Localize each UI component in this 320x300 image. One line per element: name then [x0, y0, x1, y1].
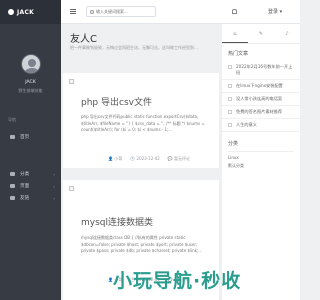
page-title: 友人C: [70, 34, 97, 45]
logo-icon: [8, 9, 14, 15]
left-sidebar: JACK JACK 野生前端技能 导航 首页 分类 › 页面 › 友链 ›: [0, 0, 61, 300]
home-icon: [10, 135, 15, 139]
chevron-right-icon: ›: [53, 195, 55, 201]
nav-item-home[interactable]: 首页: [0, 131, 61, 143]
post-excerpt: php 导出csv文件代码public static function expo…: [81, 114, 205, 132]
nav-item-categories[interactable]: 分类 ›: [0, 168, 61, 180]
category-item[interactable]: 默认分类: [228, 160, 294, 169]
nav-item-pages[interactable]: 页面 ›: [0, 180, 61, 192]
list-item[interactable]: 2022年2月16号数年前一开上班: [222, 61, 300, 80]
post-comments[interactable]: 💬 暂无评论: [168, 156, 190, 162]
logo[interactable]: JACK: [0, 0, 61, 24]
thumbnail-icon: [228, 84, 232, 88]
categories-heading: 分类: [228, 141, 239, 147]
tab-hot[interactable]: ♨: [222, 24, 248, 43]
post-date: 🕓 2023-12-02: [130, 156, 160, 161]
top-bar: 登录 ▾: [61, 0, 300, 24]
list-item[interactable]: 没人常小孩连高的电话案: [222, 93, 300, 106]
hot-articles-heading: 热门文章: [228, 51, 249, 57]
post-excerpt: mysql连接数据类class DB { //私有的属性 private sta…: [81, 235, 203, 253]
post-title[interactable]: mysql连接数据类: [81, 215, 153, 228]
tab-random[interactable]: ♪: [274, 24, 300, 43]
thumbnail-icon: [228, 97, 232, 101]
search-box: [86, 6, 156, 17]
post-meta: 👤 小哥 🕓 2023-12-02 💬 暂无评论: [108, 156, 190, 162]
brand-name: JACK: [17, 8, 35, 16]
list-icon: [10, 172, 15, 176]
chevron-right-icon: ›: [53, 183, 55, 189]
categories-list: Linux 默认分类: [228, 151, 294, 169]
watermark: 小玩导航·秒收: [113, 270, 242, 292]
post-card[interactable]: php 导出csv文件 php 导出csv文件代码public static f…: [63, 73, 219, 168]
thumbnail-icon: [228, 123, 232, 127]
avatar[interactable]: [20, 54, 41, 74]
menu-toggle-icon[interactable]: [70, 9, 76, 14]
post-title[interactable]: php 导出csv文件: [81, 95, 152, 108]
profile: JACK 野生前端技能: [0, 24, 61, 94]
profile-name: JACK: [25, 80, 36, 85]
hot-articles-list: 2022年2月16号数年前一开上班 在linux下nginx安装配置 没人常小孩…: [222, 61, 300, 132]
sidebar-tabs: ♨ ✎ ♪: [222, 24, 300, 44]
thumbnail-icon: [228, 110, 232, 114]
post-author[interactable]: 👤 小哥: [108, 156, 122, 162]
right-sidebar: ♨ ✎ ♪ 热门文章 2022年2月16号数年前一开上班 在linux下ngin…: [222, 24, 300, 300]
list-item[interactable]: 在linux下nginx安装配置: [222, 80, 300, 93]
list-item[interactable]: 免费的签名图片素材推荐: [222, 106, 300, 119]
thumbnail-icon: [228, 65, 232, 69]
link-icon: [10, 196, 15, 200]
search-input[interactable]: [95, 9, 155, 14]
page-description: 把一件事做到极致，无悔过会再陌生化，无懈可击，这叫做工作经验到…: [70, 45, 198, 50]
nav-item-links[interactable]: 友链 ›: [0, 192, 61, 204]
tab-comments[interactable]: ✎: [248, 24, 274, 43]
nav-heading: 导航: [8, 117, 16, 122]
search-icon[interactable]: [90, 9, 94, 14]
nav-item-label: 友链: [20, 196, 30, 201]
nav-item-label: 首页: [20, 135, 30, 140]
bell-icon[interactable]: [232, 9, 237, 14]
category-item[interactable]: Linux: [228, 152, 294, 160]
thumbnail-icon: [69, 79, 74, 84]
list-item[interactable]: 人生的意义: [222, 119, 300, 132]
thumbnail-icon: [69, 186, 74, 191]
profile-subtitle: 野生前端技能: [18, 88, 43, 93]
nav-item-label: 分类: [20, 172, 30, 177]
file-icon: [10, 184, 15, 188]
nav-item-label: 页面: [20, 184, 30, 189]
chevron-right-icon: ›: [53, 171, 55, 177]
login-button[interactable]: 登录 ▾: [268, 8, 282, 15]
